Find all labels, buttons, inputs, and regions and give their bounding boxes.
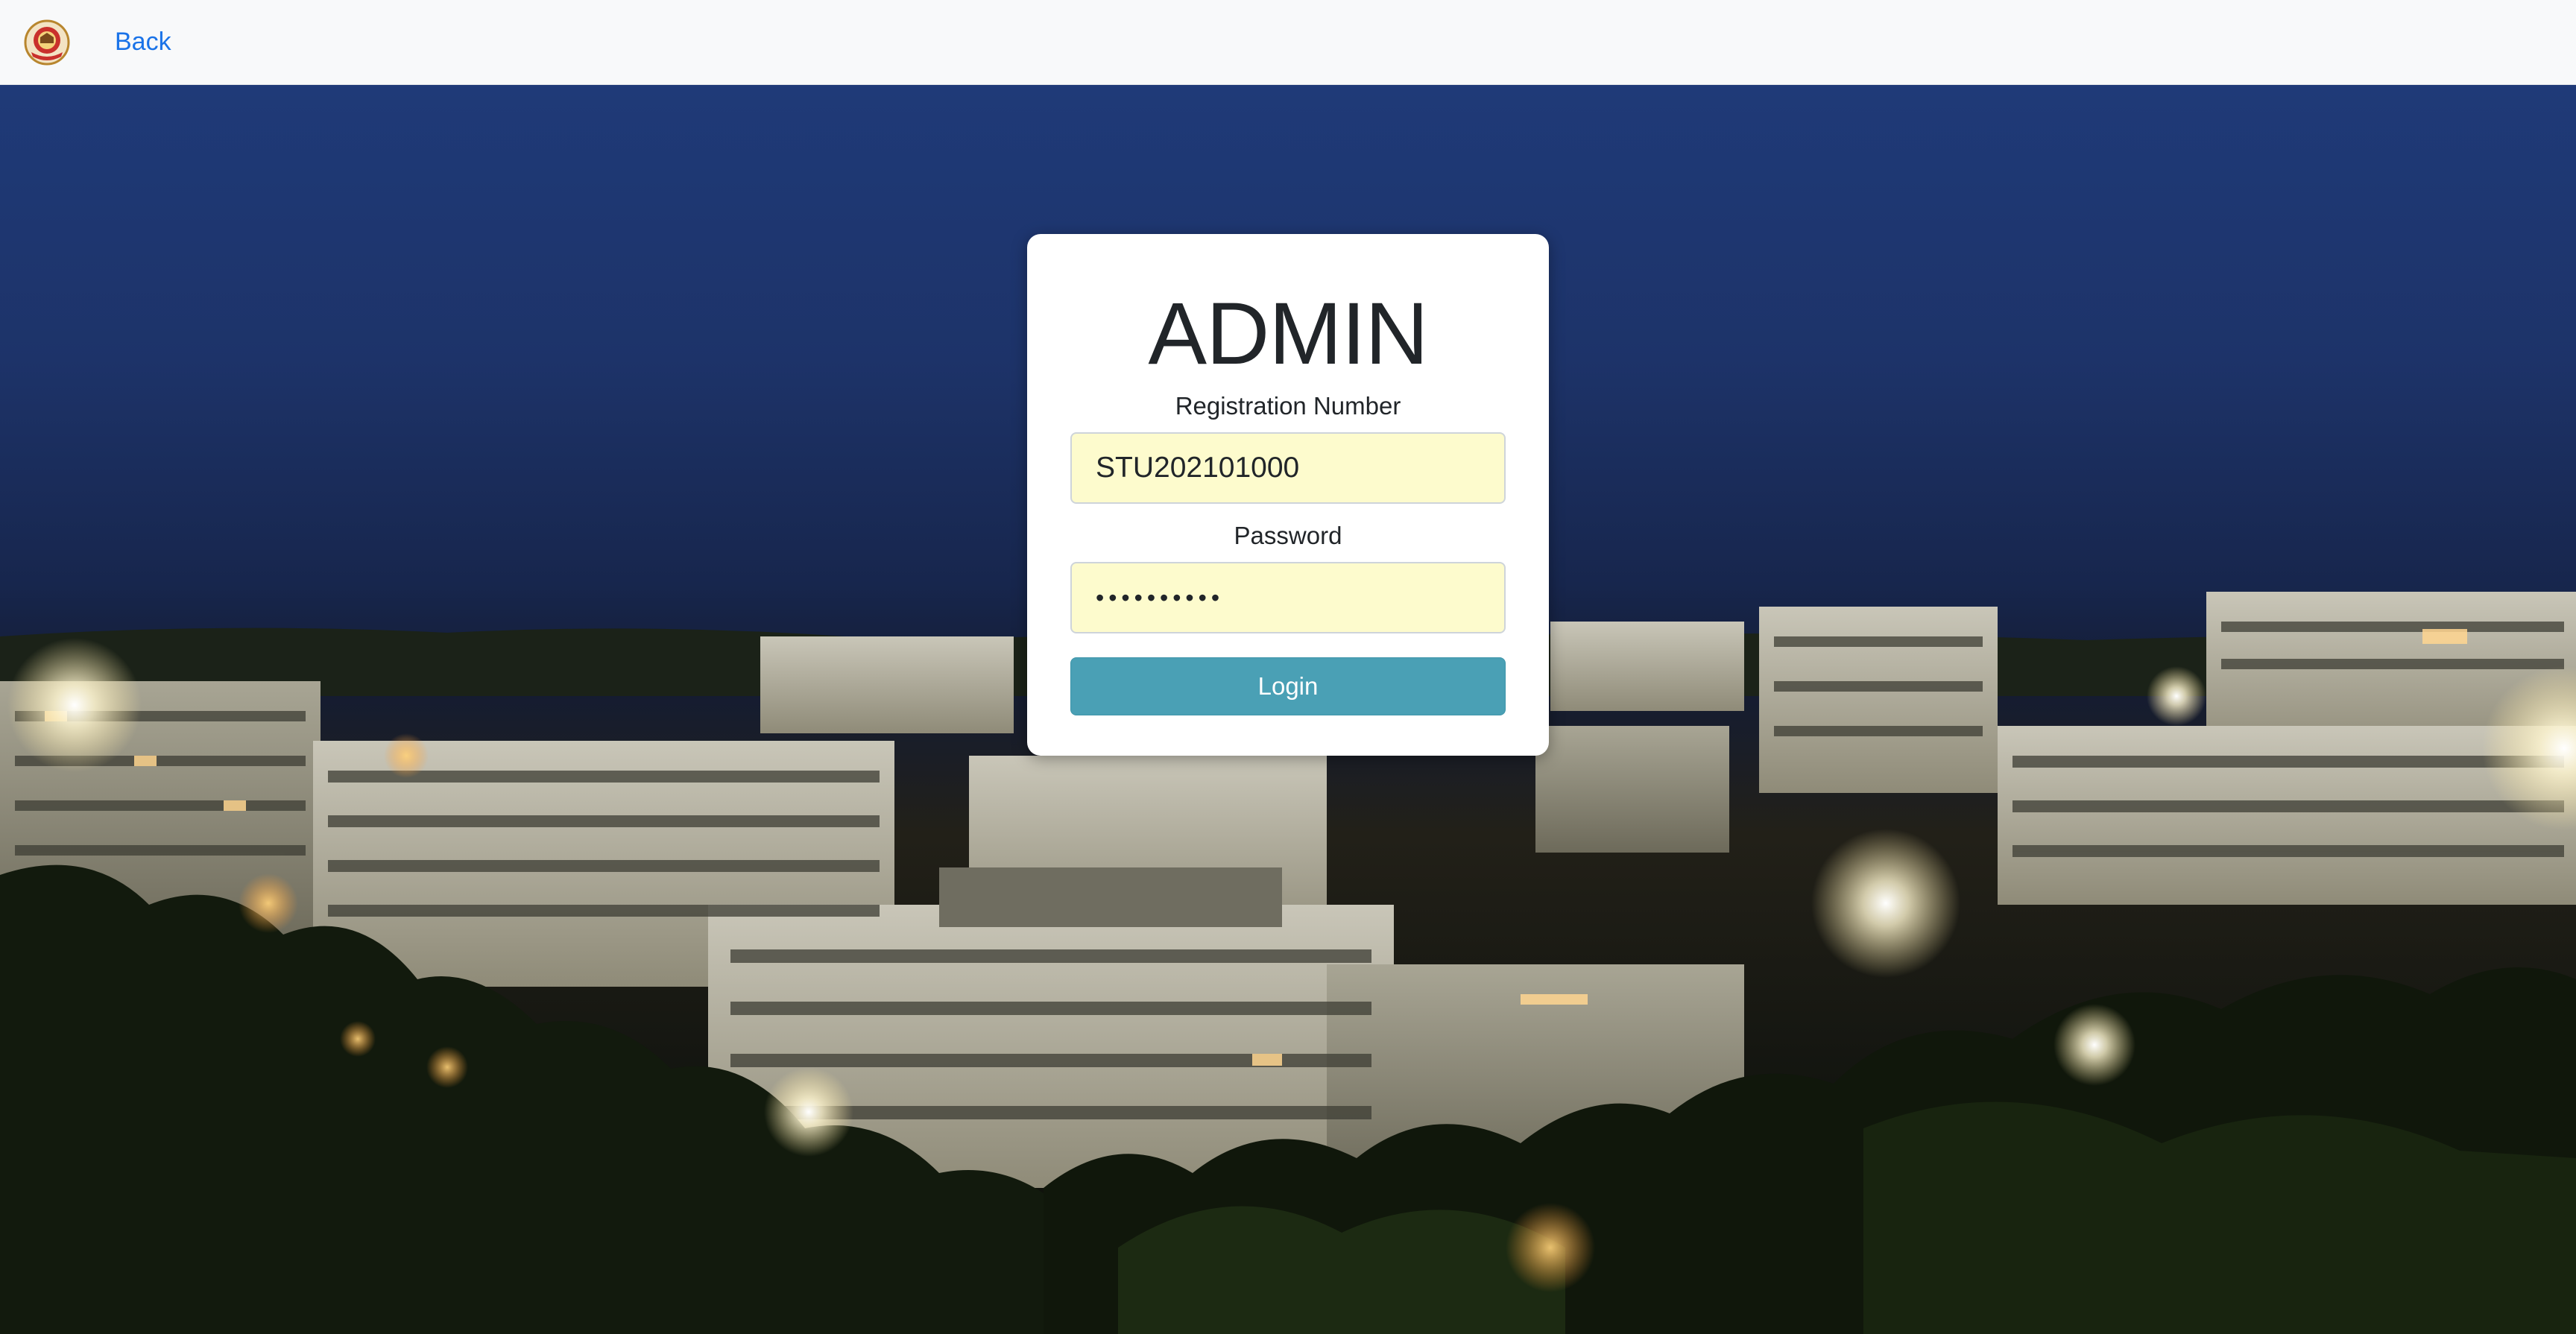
registration-number-label: Registration Number [1175, 392, 1401, 420]
registration-number-field[interactable] [1070, 432, 1506, 504]
page-title: ADMIN [1148, 285, 1428, 383]
back-link[interactable]: Back [115, 28, 171, 57]
campus-background-photo: ADMIN Registration Number Password Login [0, 85, 2576, 1334]
login-card: ADMIN Registration Number Password Login [1027, 234, 1549, 756]
top-navbar: Back [0, 0, 2576, 85]
login-button[interactable]: Login [1070, 657, 1506, 715]
password-label: Password [1234, 522, 1342, 549]
password-field[interactable] [1070, 562, 1506, 633]
college-emblem-icon[interactable] [24, 19, 70, 66]
